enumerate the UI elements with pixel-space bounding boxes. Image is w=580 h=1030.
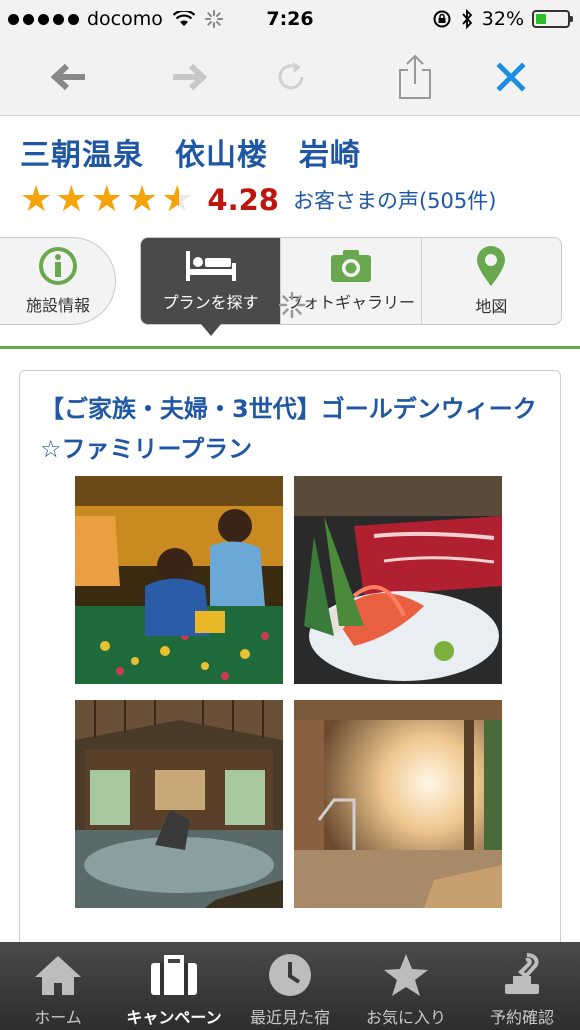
stamp-icon	[505, 953, 539, 994]
star-full-icon: ★	[55, 179, 88, 220]
bottom-nav-label: ホーム	[34, 1008, 82, 1027]
bottom-nav-label: 最近見た宿	[249, 1008, 330, 1027]
clock-icon	[269, 954, 311, 996]
battery-icon	[532, 10, 573, 28]
indoor-bath-photo	[75, 700, 283, 908]
back-button[interactable]	[44, 52, 94, 102]
tab-divider	[0, 346, 580, 349]
share-button[interactable]	[390, 52, 440, 102]
bed-icon	[185, 251, 236, 281]
tab-label: 施設情報	[25, 296, 90, 315]
bottom-nav-label: キャンペーン	[126, 1008, 222, 1027]
share-icon	[399, 54, 431, 99]
browser-toolbar	[0, 38, 580, 116]
rating-row: ★ ★ ★ ★ ★ ★ 4.28 お客さまの声(505件)	[20, 180, 496, 220]
loading-spinner-icon	[278, 291, 306, 319]
bluetooth-icon	[462, 9, 473, 29]
info-icon	[39, 247, 77, 285]
bottom-nav-campaign[interactable]: キャンペーン	[116, 942, 232, 1030]
tab-label: 地図	[475, 297, 508, 316]
reviews-link[interactable]: お客さまの声(505件)	[293, 185, 496, 215]
plan-photo-kids-festival[interactable]	[75, 476, 283, 684]
plan-photo-indoor-bath[interactable]	[75, 700, 283, 908]
rotation-lock-icon	[433, 10, 451, 28]
tab-facility-info[interactable]: 施設情報	[0, 237, 116, 325]
forward-button[interactable]	[164, 52, 214, 102]
wagyu-sashimi-photo	[294, 476, 502, 684]
plan-title[interactable]: 【ご家族・夫婦・3世代】ゴールデンウィーク☆ファミリープラン	[40, 389, 550, 469]
hotel-name[interactable]: 三朝温泉 依山楼 岩崎	[20, 130, 361, 174]
plan-photo-wagyu-sashimi[interactable]	[294, 476, 502, 684]
tab-label: プランを探す	[162, 293, 259, 312]
star-full-icon: ★	[125, 179, 159, 220]
app-frame: docomo 7:26 32% 三朝温泉 依山楼 岩崎 ★ ★ ★ ★ ★ ★ …	[0, 0, 580, 1030]
star-full-icon: ★	[90, 179, 123, 220]
plan-card[interactable]: 【ご家族・夫婦・3世代】ゴールデンウィーク☆ファミリープラン	[19, 370, 561, 970]
forward-arrow-icon	[173, 63, 207, 91]
star-rating: ★ ★ ★ ★ ★ ★	[20, 182, 193, 218]
star-icon	[384, 954, 428, 996]
bath-sunlight-photo	[294, 700, 502, 908]
bottom-nav-label: お気に入り	[365, 1008, 446, 1027]
bottom-nav-label: 予約確認	[489, 1008, 554, 1027]
star-half-icon: ★ ★	[161, 179, 194, 220]
rating-score: 4.28	[207, 183, 279, 217]
bottom-nav-recent[interactable]: 最近見た宿	[232, 942, 348, 1030]
bottom-tab-bar: ホーム キャンペーン 最近見た宿 お気に入り 予約確認	[0, 942, 580, 1030]
camera-icon	[330, 250, 371, 282]
reload-button[interactable]	[266, 52, 316, 102]
suitcase-icon	[151, 955, 197, 995]
plan-photo-bath-sunlight[interactable]	[294, 700, 502, 908]
battery-fill	[536, 14, 546, 24]
bottom-nav-favorites[interactable]: お気に入り	[348, 942, 464, 1030]
back-arrow-icon	[51, 63, 85, 91]
tab-search-plans[interactable]: プランを探す	[141, 238, 281, 336]
status-bar: docomo 7:26 32%	[0, 0, 580, 38]
close-icon	[496, 62, 526, 92]
star-full-icon: ★	[20, 179, 53, 220]
tab-group: プランを探す フォトギャラリー 地図	[140, 237, 562, 336]
tab-label: フォトギャラリー	[286, 293, 415, 312]
close-button[interactable]	[486, 52, 536, 102]
hotel-tabs: 施設情報 プランを探す フォトギャラリー 地図	[0, 237, 580, 336]
bottom-nav-reservations[interactable]: 予約確認	[464, 942, 580, 1030]
reload-icon	[278, 62, 304, 90]
bottom-nav-home[interactable]: ホーム	[0, 942, 116, 1030]
home-icon	[35, 956, 81, 995]
battery-percent: 32%	[481, 8, 524, 30]
map-pin-icon	[477, 246, 506, 286]
kids-festival-photo	[75, 476, 283, 684]
tab-map[interactable]: 地図	[420, 238, 561, 324]
